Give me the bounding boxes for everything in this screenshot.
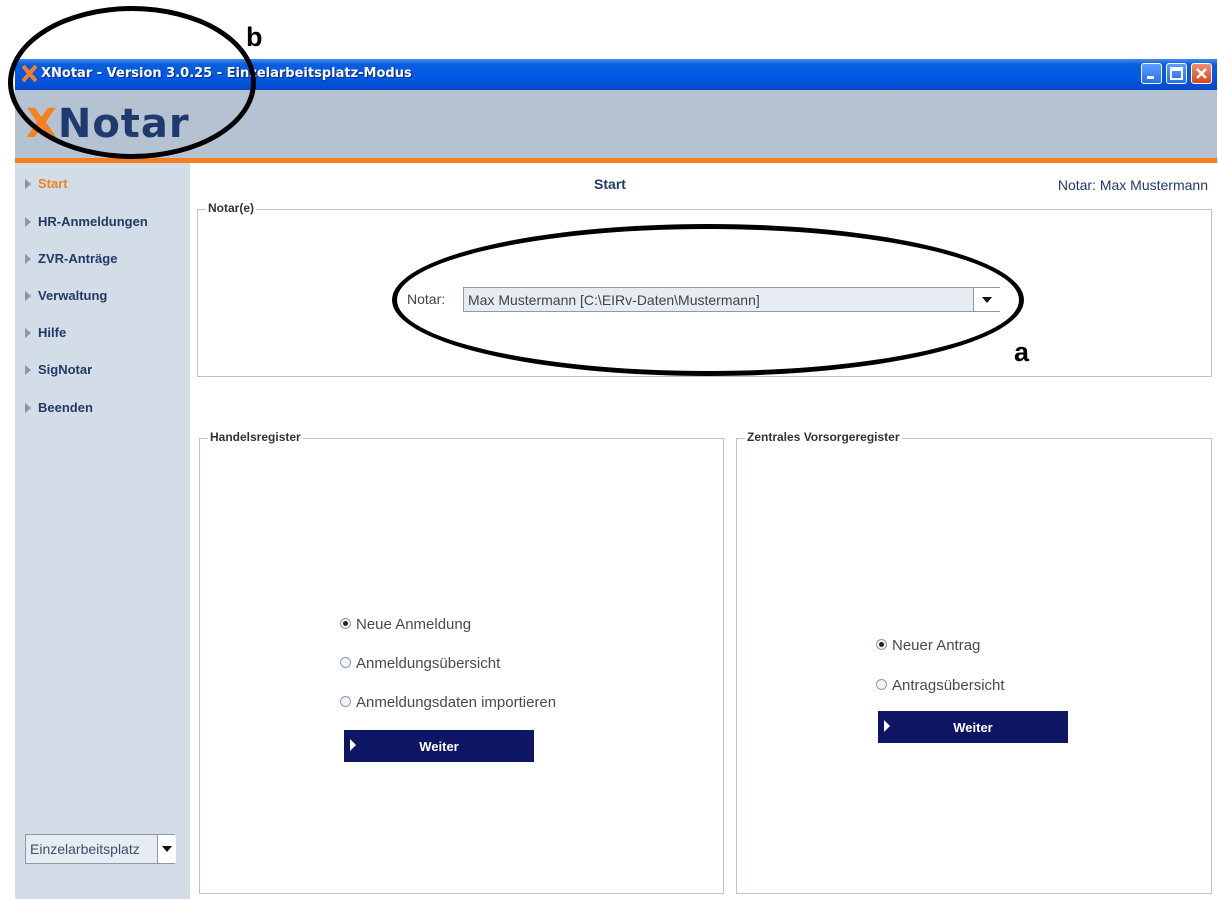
triangle-right-icon (25, 291, 31, 301)
zvr-weiter-button[interactable]: Weiter (878, 711, 1068, 743)
triangle-right-icon (25, 403, 31, 413)
radio-selected-icon[interactable] (876, 639, 887, 650)
minimize-icon (1147, 76, 1154, 79)
triangle-right-icon (25, 254, 31, 264)
sidebar-item-beenden[interactable]: Beenden (25, 400, 93, 420)
radio-anmeldungsdaten-importieren[interactable]: Anmeldungsdaten importieren (340, 694, 556, 714)
zentrales-vorsorgeregister-group: Zentrales Vorsorgeregister Neuer Antrag … (736, 430, 1212, 894)
annotation-ellipse-a (392, 224, 1024, 376)
hr-weiter-button[interactable]: Weiter (344, 730, 534, 762)
sidebar-item-hr-anmeldungen[interactable]: HR-Anmeldungen (25, 214, 148, 234)
sidebar-item-start[interactable]: Start (25, 176, 68, 196)
header-accent-line (15, 158, 1217, 163)
mode-select-value: Einzelarbeitsplatz (30, 841, 140, 857)
content-header: Start Notar: Max Mustermann (190, 173, 1217, 197)
sidebar-item-zvr-antraege[interactable]: ZVR-Anträge (25, 251, 117, 271)
annotation-label-b: b (246, 22, 263, 52)
radio-selected-icon[interactable] (340, 618, 351, 629)
radio-antragsuebersicht[interactable]: Antragsübersicht (876, 677, 1005, 697)
radio-neue-anmeldung[interactable]: Neue Anmeldung (340, 616, 471, 636)
radio-unselected-icon[interactable] (340, 657, 351, 668)
triangle-right-icon (25, 365, 31, 375)
sidebar-item-hilfe[interactable]: Hilfe (25, 325, 66, 345)
zvr-group-title: Zentrales Vorsorgeregister (745, 430, 902, 444)
radio-unselected-icon[interactable] (340, 696, 351, 707)
sidebar-item-verwaltung[interactable]: Verwaltung (25, 288, 107, 308)
page-title: Start (594, 176, 626, 192)
sidebar-item-signotar[interactable]: SigNotar (25, 362, 92, 382)
sidebar: Start HR-Anmeldungen ZVR-Anträge Verwalt… (15, 163, 190, 899)
notar-group-title: Notar(e) (206, 201, 257, 215)
mode-select[interactable]: Einzelarbeitsplatz (25, 834, 176, 864)
minimize-button[interactable] (1141, 63, 1162, 84)
annotation-label-a: a (1014, 337, 1030, 367)
radio-neuer-antrag[interactable]: Neuer Antrag (876, 637, 980, 657)
triangle-right-icon (25, 179, 31, 189)
handelsregister-group: Handelsregister Neue Anmeldung Anmeldung… (199, 430, 724, 894)
annotation-ellipse-b (8, 6, 256, 159)
radio-unselected-icon[interactable] (876, 679, 887, 690)
triangle-right-icon (25, 328, 31, 338)
current-notar-label: Notar: Max Mustermann (1057, 177, 1208, 193)
chevron-down-icon[interactable] (157, 835, 176, 863)
close-button[interactable] (1191, 63, 1212, 84)
close-icon (1196, 68, 1207, 79)
maximize-button[interactable] (1166, 63, 1187, 84)
handelsregister-group-title: Handelsregister (208, 430, 303, 444)
maximize-icon (1170, 67, 1183, 80)
triangle-right-icon (25, 217, 31, 227)
radio-anmeldungsuebersicht[interactable]: Anmeldungsübersicht (340, 655, 500, 675)
